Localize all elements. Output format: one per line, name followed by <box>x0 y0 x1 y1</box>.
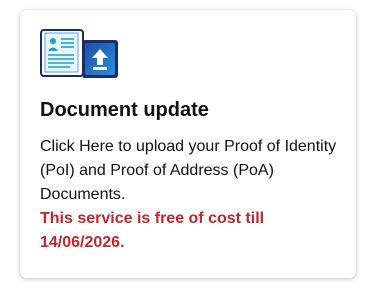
document-upload-icon <box>40 28 120 80</box>
card-title: Document update <box>40 99 209 121</box>
free-service-notice: This service is free of cost till 14/06/… <box>40 210 265 251</box>
document-update-card[interactable]: Document update Click Here to upload you… <box>20 10 356 278</box>
card-description: Click Here to upload your Proof of Ident… <box>40 138 337 203</box>
